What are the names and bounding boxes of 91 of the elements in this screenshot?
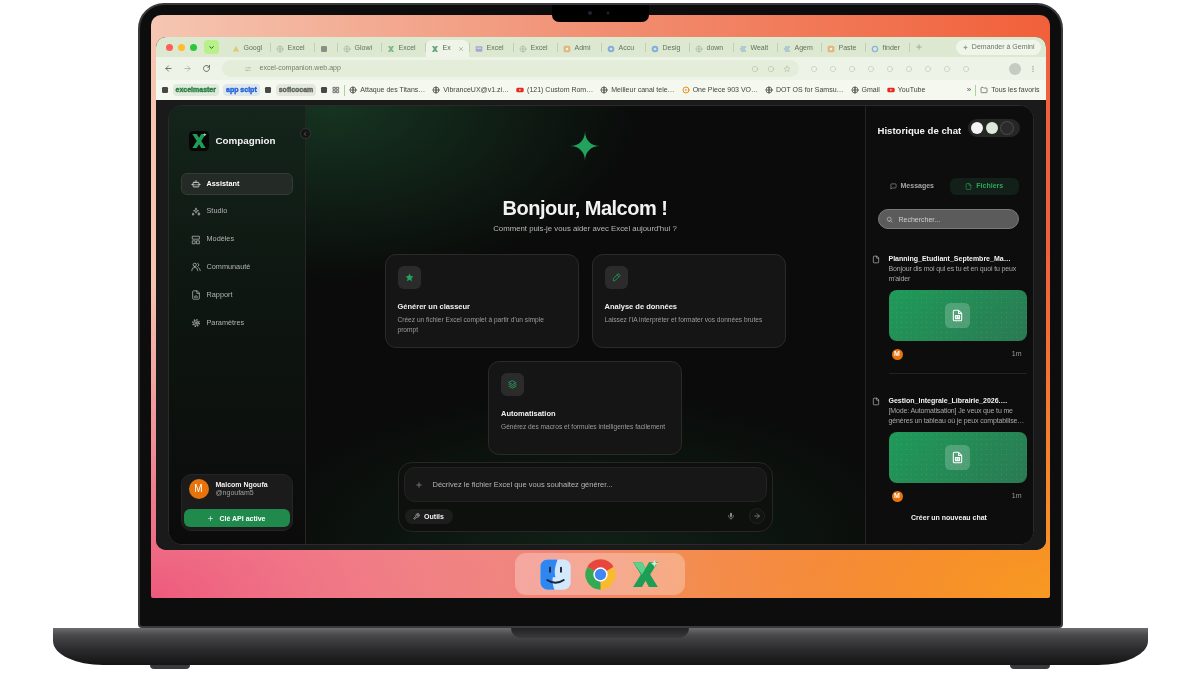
users-icon: [190, 262, 201, 273]
file-icon: [965, 183, 973, 190]
round-logo-app-icon[interactable]: [583, 557, 617, 591]
circle-icon[interactable]: [942, 64, 951, 73]
circle-icon[interactable]: [961, 64, 970, 73]
new-tab-icon[interactable]: [914, 43, 923, 51]
sliders-icon: [243, 64, 252, 73]
app-name: Compagnion: [215, 135, 276, 147]
theme-swatch[interactable]: [970, 121, 983, 134]
chevron-down-icon[interactable]: [207, 43, 215, 51]
microphone-icon[interactable]: [726, 512, 735, 520]
window-icon: [474, 44, 483, 53]
minimize-window-button[interactable]: [177, 43, 185, 51]
globe-icon: [765, 86, 773, 94]
theme-swatch[interactable]: [985, 121, 998, 134]
video-play-icon: [886, 86, 895, 94]
pencil-icon: [604, 266, 628, 289]
robot-icon: [190, 179, 201, 189]
file-preview-card[interactable]: [888, 432, 1027, 483]
tile-icon: [562, 44, 571, 53]
circle-icon[interactable]: [866, 64, 875, 73]
bookmark-star-icon[interactable]: [782, 64, 791, 73]
stripes-icon: [738, 44, 747, 53]
settings-icon: [190, 318, 201, 328]
theme-swatch[interactable]: [1000, 121, 1013, 134]
profile-avatar[interactable]: [1008, 62, 1021, 75]
folder-icon: [980, 86, 989, 94]
globe-icon: [349, 86, 358, 94]
greeting-heading: Bonjour, Malcom !: [502, 196, 668, 220]
file-preview-card[interactable]: [888, 290, 1027, 341]
file-icon: [871, 255, 880, 264]
globe-icon: [694, 44, 703, 53]
triangle-icon: [231, 44, 240, 53]
chevron-left-icon: [302, 130, 308, 137]
user-avatar: M: [188, 479, 209, 499]
square-icon[interactable]: [320, 86, 329, 94]
circle-icon[interactable]: [885, 64, 894, 73]
circle-icon: [606, 44, 615, 53]
back-arrow-icon[interactable]: [163, 64, 173, 73]
circle-icon[interactable]: [904, 64, 913, 73]
sparkles-icon: [190, 206, 201, 217]
send-button[interactable]: [748, 508, 765, 524]
circle-icon: [650, 44, 659, 53]
square-icon: [319, 44, 328, 53]
x-logo-icon: [386, 44, 395, 53]
globe-icon: [600, 86, 609, 94]
reload-icon[interactable]: [201, 64, 211, 73]
arrow-right-icon: [752, 512, 761, 520]
bookmarks-overflow-button[interactable]: »: [966, 85, 972, 95]
search-icon: [885, 215, 893, 223]
circle-icon[interactable]: [766, 64, 775, 73]
spreadsheet-file-icon: [945, 303, 970, 328]
play-circle-icon: [681, 86, 690, 94]
globe-icon: [342, 44, 351, 53]
chart-document-icon: [190, 290, 201, 301]
grid-icon[interactable]: [332, 86, 341, 94]
chat-icon: [889, 183, 897, 190]
video-play-icon: [516, 86, 525, 94]
plus-icon: [207, 514, 215, 522]
globe-icon: [275, 44, 284, 53]
smiling-face-app-icon[interactable]: [538, 557, 572, 591]
close-icon[interactable]: [457, 45, 464, 52]
layers-icon: [501, 373, 524, 396]
close-window-button[interactable]: [165, 43, 173, 51]
x-logo-icon: [188, 131, 209, 151]
square-icon[interactable]: [160, 86, 169, 94]
globe-icon: [432, 86, 441, 94]
laptop-foot: [1010, 665, 1050, 669]
panel-title: Historique de chat: [877, 124, 962, 137]
tab-list-button[interactable]: [203, 40, 219, 54]
x-logo-icon: [430, 44, 439, 53]
layout-icon: [190, 234, 201, 245]
maximize-window-button[interactable]: [189, 43, 197, 51]
wrench-icon: [413, 512, 421, 520]
circle-icon[interactable]: [809, 64, 818, 73]
square-icon[interactable]: [263, 86, 272, 94]
forward-arrow-icon[interactable]: [182, 64, 192, 73]
file-icon: [871, 397, 880, 406]
ring-icon: [870, 44, 879, 53]
circle-icon[interactable]: [923, 64, 932, 73]
tile-icon: [826, 44, 835, 53]
spreadsheet-file-icon: [945, 445, 970, 470]
circle-icon[interactable]: [750, 64, 759, 73]
sparkle-icon: [961, 43, 969, 51]
plus-icon[interactable]: [414, 480, 423, 489]
globe-icon: [850, 86, 859, 94]
circle-icon[interactable]: [828, 64, 837, 73]
stripes-icon: [782, 44, 791, 53]
circle-icon[interactable]: [847, 64, 856, 73]
globe-icon: [518, 44, 527, 53]
laptop-foot: [150, 665, 190, 669]
